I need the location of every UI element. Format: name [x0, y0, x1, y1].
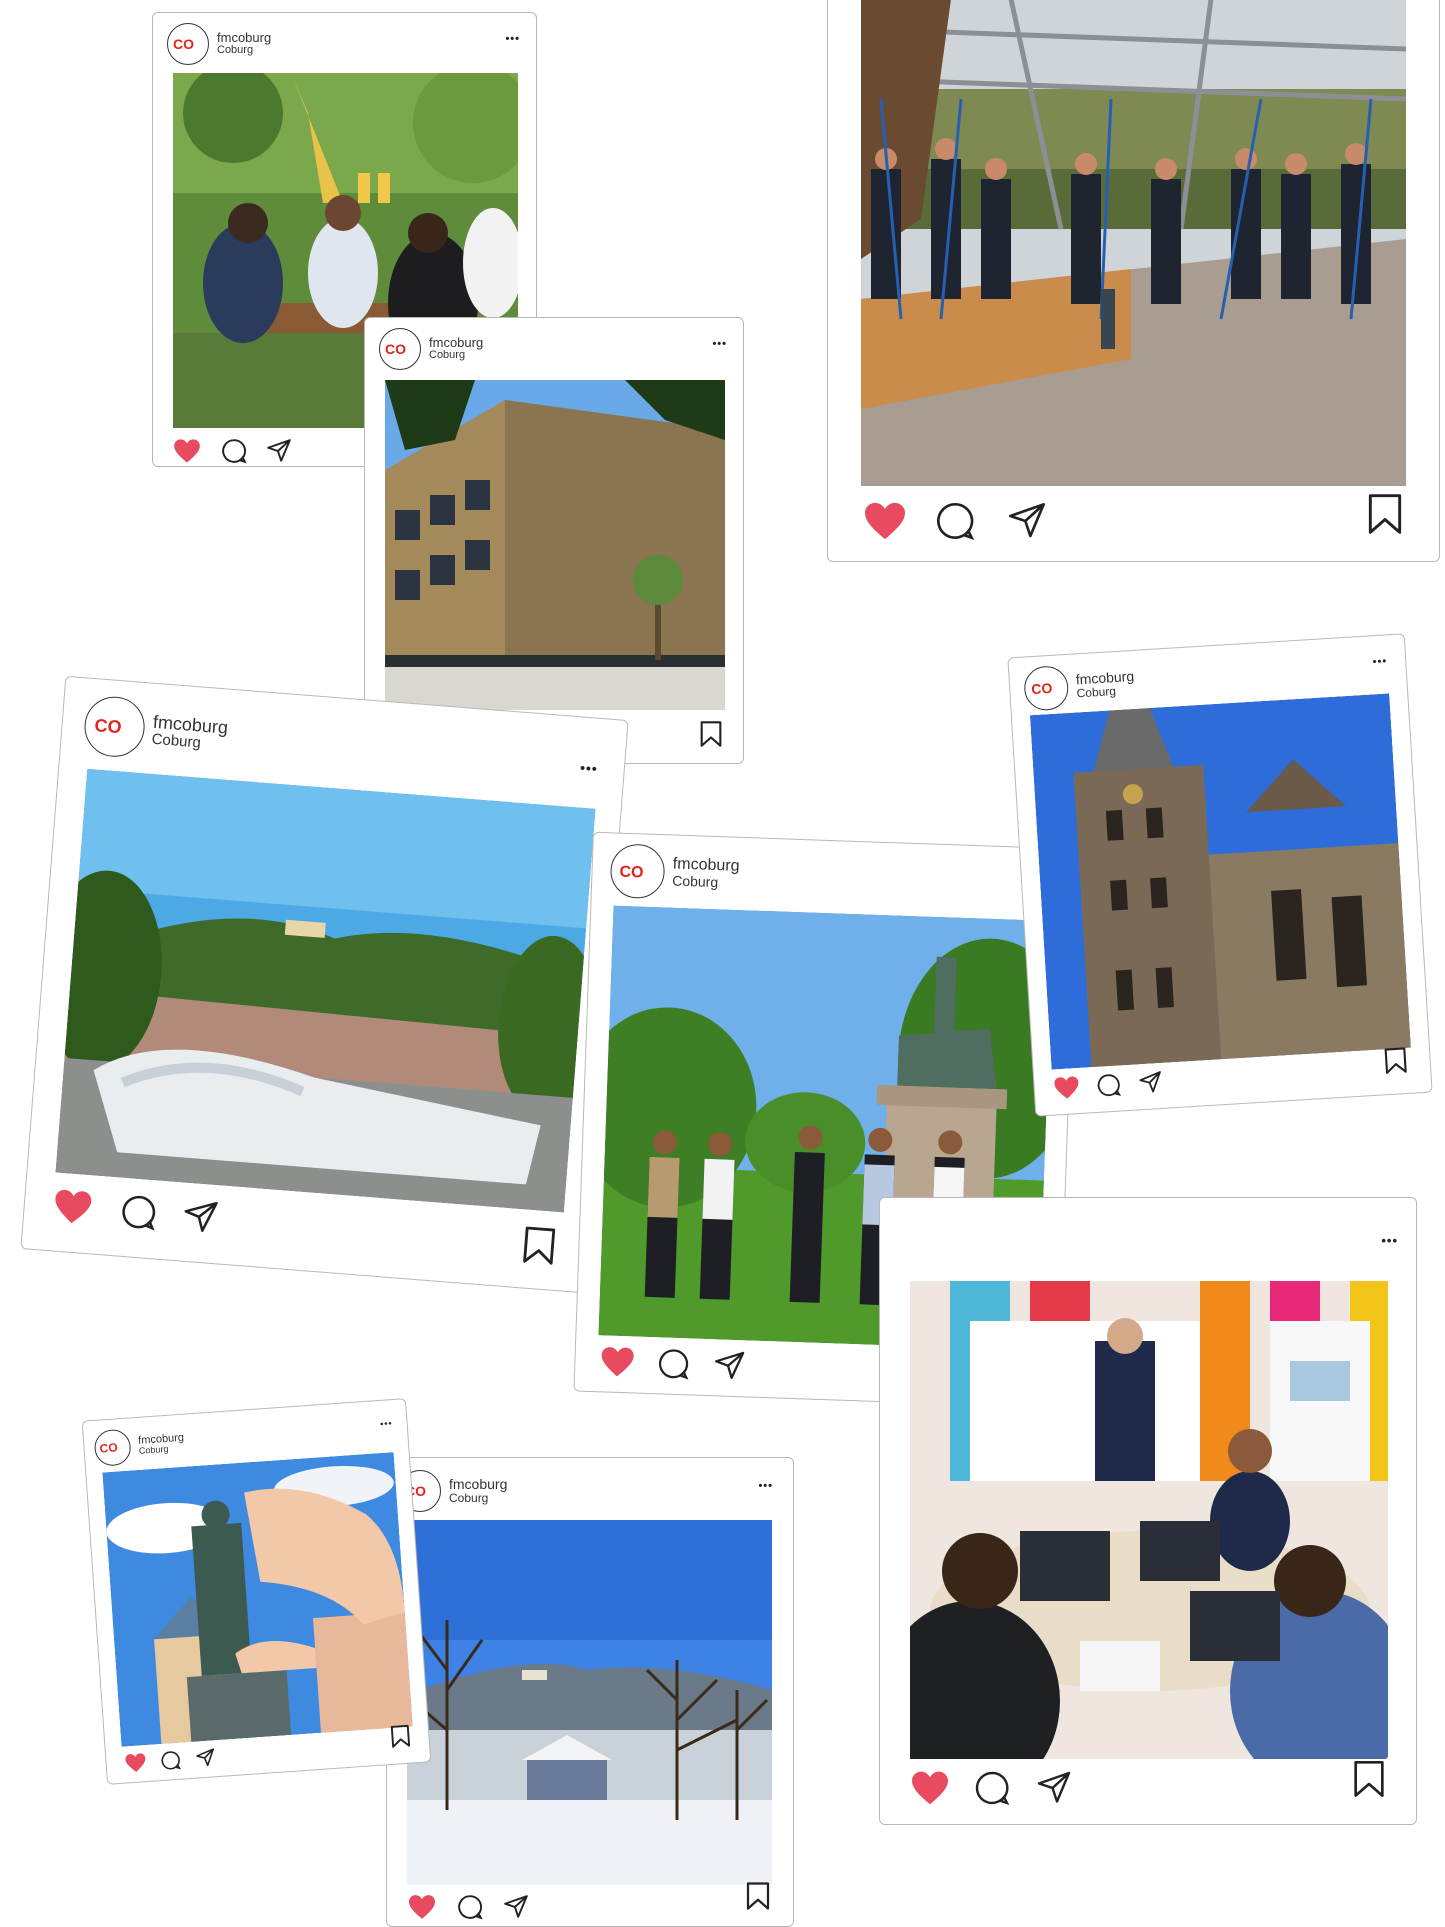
- share-icon[interactable]: [1005, 501, 1049, 541]
- profile-logo[interactable]: CO: [1022, 664, 1070, 712]
- post-card-classroom: •••: [879, 1197, 1417, 1825]
- share-icon[interactable]: [265, 438, 293, 464]
- logo-mark: CO: [99, 1441, 118, 1455]
- heart-icon[interactable]: [599, 1345, 636, 1378]
- profile-logo[interactable]: CO: [82, 694, 147, 759]
- post-header: CO fmcoburg Coburg: [609, 843, 741, 901]
- location[interactable]: Coburg: [139, 1444, 185, 1457]
- post-header: CO fmcoburg Coburg: [399, 1470, 507, 1512]
- share-icon[interactable]: [711, 1349, 748, 1382]
- bookmark-icon[interactable]: [699, 720, 723, 753]
- post-actions: [599, 1345, 748, 1382]
- more-icon[interactable]: •••: [712, 338, 727, 350]
- comment-icon[interactable]: [657, 1347, 690, 1380]
- location[interactable]: Coburg: [429, 349, 483, 362]
- share-icon[interactable]: [179, 1197, 222, 1236]
- post-header: CO fmcoburg Coburg: [1022, 661, 1136, 712]
- post-photo: [861, 0, 1406, 486]
- more-icon[interactable]: •••: [505, 33, 520, 45]
- heart-icon[interactable]: [1052, 1075, 1081, 1101]
- share-icon[interactable]: [194, 1747, 217, 1768]
- post-header: CO fmcoburg Coburg: [93, 1425, 185, 1467]
- comment-icon[interactable]: [935, 501, 975, 541]
- logo-mark: CO: [94, 716, 122, 737]
- post-actions: [124, 1747, 217, 1773]
- more-icon[interactable]: •••: [380, 1418, 393, 1429]
- more-icon[interactable]: •••: [1372, 655, 1387, 668]
- share-icon[interactable]: [501, 1894, 531, 1920]
- post-actions: [1052, 1070, 1165, 1101]
- heart-icon[interactable]: [863, 501, 907, 541]
- location[interactable]: Coburg: [1076, 684, 1135, 700]
- logo-mark: CO: [385, 342, 406, 356]
- share-icon[interactable]: [1034, 1770, 1074, 1806]
- post-photo: [910, 1281, 1388, 1759]
- bookmark-icon[interactable]: [390, 1724, 412, 1754]
- post-header: CO fmcoburg Coburg: [82, 694, 229, 765]
- post-photo: [102, 1452, 413, 1747]
- logo-mark: CO: [173, 37, 194, 51]
- bookmark-icon[interactable]: [1366, 492, 1404, 541]
- post-card-church: CO fmcoburg Coburg •••: [1007, 633, 1433, 1117]
- post-photo: [385, 380, 725, 710]
- post-card-winter: CO fmcoburg Coburg •••: [386, 1457, 794, 1927]
- bookmark-icon[interactable]: [745, 1881, 771, 1916]
- post-actions: [910, 1770, 1074, 1806]
- username[interactable]: fmcoburg: [429, 336, 483, 350]
- bookmark-icon[interactable]: [1383, 1046, 1409, 1080]
- location[interactable]: Coburg: [217, 44, 271, 57]
- logo-mark: CO: [1031, 680, 1053, 696]
- username[interactable]: fmcoburg: [217, 31, 271, 45]
- heart-icon[interactable]: [124, 1752, 147, 1773]
- profile-logo[interactable]: CO: [379, 328, 421, 370]
- profile-logo[interactable]: CO: [167, 23, 209, 65]
- comment-icon[interactable]: [160, 1750, 182, 1771]
- post-card-prince-statue: CO fmcoburg Coburg •••: [81, 1398, 432, 1785]
- profile-logo[interactable]: CO: [93, 1428, 132, 1467]
- post-photo: [407, 1520, 772, 1885]
- post-header: CO fmcoburg Coburg: [167, 23, 271, 65]
- bookmark-icon[interactable]: [1352, 1759, 1386, 1804]
- logo-mark: CO: [619, 864, 644, 880]
- bookmark-icon[interactable]: [520, 1224, 557, 1272]
- heart-icon[interactable]: [51, 1187, 94, 1226]
- share-icon[interactable]: [1136, 1070, 1165, 1096]
- post-photo: [55, 768, 596, 1213]
- comment-icon[interactable]: [221, 438, 247, 464]
- comment-icon[interactable]: [119, 1193, 158, 1232]
- post-actions: [407, 1894, 531, 1920]
- post-header: CO fmcoburg Coburg: [379, 328, 483, 370]
- username[interactable]: fmcoburg: [449, 1477, 507, 1492]
- post-actions: [51, 1187, 221, 1236]
- profile-logo[interactable]: CO: [609, 843, 666, 900]
- heart-icon[interactable]: [407, 1894, 437, 1920]
- post-actions: [173, 438, 293, 464]
- post-actions: [863, 501, 1049, 541]
- heart-icon[interactable]: [173, 438, 201, 464]
- post-card-castle-view: CO fmcoburg Coburg •••: [20, 675, 629, 1294]
- post-photo: [1029, 693, 1411, 1070]
- comment-icon[interactable]: [974, 1770, 1010, 1806]
- comment-icon[interactable]: [457, 1894, 483, 1920]
- post-card-high-ropes: [827, 0, 1440, 562]
- more-icon[interactable]: •••: [579, 759, 598, 776]
- post-card-building: CO fmcoburg Coburg •••: [364, 317, 744, 764]
- more-icon[interactable]: •••: [1381, 1233, 1398, 1248]
- location[interactable]: Coburg: [672, 873, 739, 891]
- more-icon[interactable]: •••: [758, 1480, 773, 1492]
- location[interactable]: Coburg: [449, 1492, 507, 1505]
- comment-icon[interactable]: [1096, 1072, 1122, 1097]
- heart-icon[interactable]: [910, 1770, 950, 1806]
